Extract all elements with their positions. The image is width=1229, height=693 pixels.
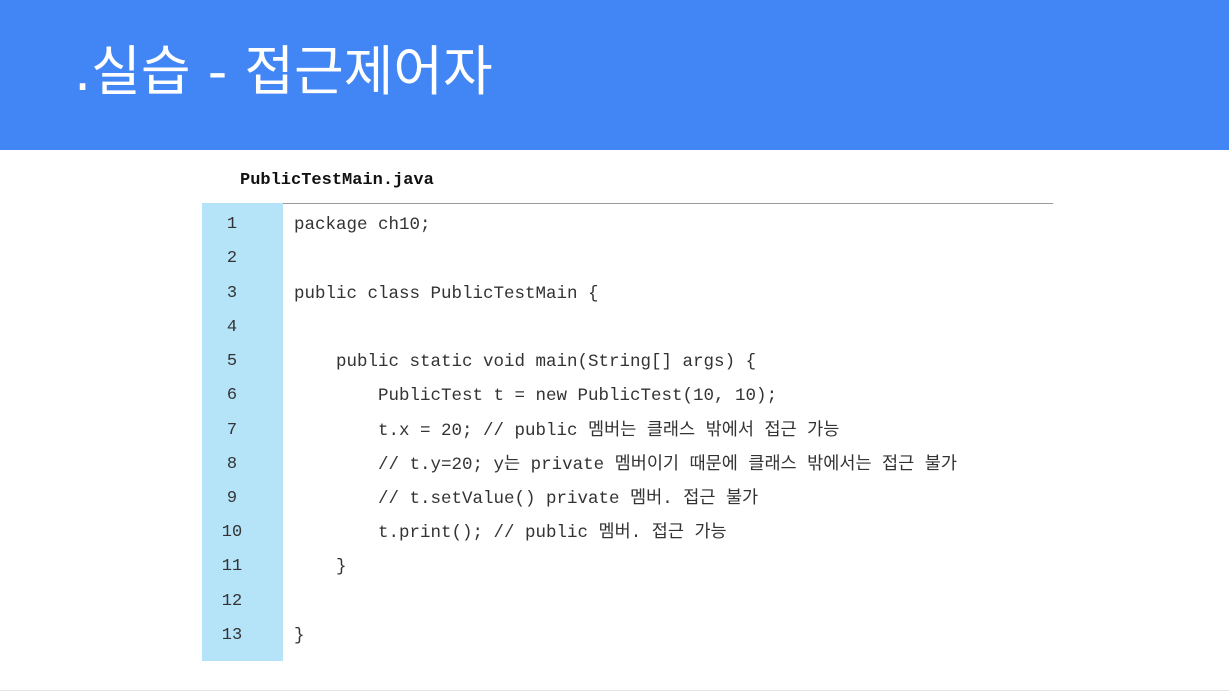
slide-title: .실습 - 접근제어자 <box>74 40 493 103</box>
code-line: // t.y=20; y는 private 멤버이기 때문에 클래스 밖에서는 … <box>378 455 957 475</box>
line-number: 8 <box>226 455 238 474</box>
code-line: t.x = 20; // public 멤버는 클래스 밖에서 접근 가능 <box>378 421 840 441</box>
code-line: t.print(); // public 멤버. 접근 가능 <box>378 523 727 543</box>
slide-bottom-divider <box>0 690 1229 691</box>
code-line: } <box>294 626 305 646</box>
line-number: 5 <box>226 352 238 371</box>
line-number: 9 <box>226 489 238 508</box>
line-number: 3 <box>226 284 238 303</box>
code-file-name: PublicTestMain.java <box>240 171 434 190</box>
code-line: public class PublicTestMain { <box>294 284 599 304</box>
code-line: package ch10; <box>294 215 431 235</box>
line-number: 7 <box>226 421 238 440</box>
code-line: } <box>336 557 347 577</box>
line-number: 1 <box>226 215 238 234</box>
line-number: 4 <box>226 318 238 337</box>
code-line: // t.setValue() private 멤버. 접근 불가 <box>378 489 759 509</box>
code-line: public static void main(String[] args) { <box>336 352 757 372</box>
line-number: 10 <box>221 523 243 542</box>
line-number: 12 <box>221 592 243 611</box>
line-number: 13 <box>221 626 243 645</box>
slide-header: .실습 - 접근제어자 <box>0 0 1229 150</box>
line-number: 11 <box>221 557 243 576</box>
code-line: PublicTest t = new PublicTest(10, 10); <box>378 386 778 406</box>
line-number: 6 <box>226 386 238 405</box>
line-number: 2 <box>226 249 238 268</box>
code-top-rule <box>283 203 1053 204</box>
